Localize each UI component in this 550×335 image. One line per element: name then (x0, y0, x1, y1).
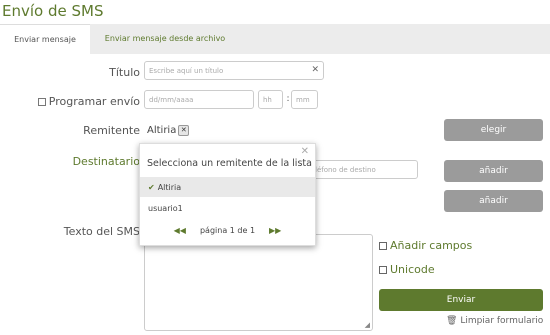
add-recipient-button[interactable]: añadir (444, 160, 543, 182)
next-page-icon[interactable]: ▶▶ (269, 226, 281, 235)
hour-placeholder: hh (263, 95, 272, 104)
date-input[interactable]: dd/mm/aaaa (144, 90, 254, 109)
unicode-option[interactable]: Unicode (379, 263, 435, 276)
title-input[interactable]: Escribe aquí un título ✕ (144, 61, 324, 80)
minute-input[interactable]: mm (291, 90, 318, 109)
send-button[interactable]: Enviar (379, 289, 543, 311)
trash-icon: 🗑 (446, 316, 458, 326)
page-title: Envío de SMS (2, 2, 104, 20)
remove-sender-icon[interactable]: ✕ (178, 124, 190, 136)
schedule-label: Programar envío (48, 95, 140, 108)
resize-handle-icon[interactable]: ◢ (365, 321, 370, 329)
sms-textarea[interactable]: ◢ (144, 234, 373, 331)
sender-chip: Altiria ✕ (147, 123, 190, 137)
close-icon[interactable]: ✕ (301, 146, 309, 157)
tab-send-message[interactable]: Enviar mensaje (0, 24, 90, 54)
add-group-button[interactable]: añadir (444, 190, 543, 212)
recipient-placeholder: léfono de destino (315, 165, 376, 174)
minute-placeholder: mm (296, 95, 310, 104)
hour-input[interactable]: hh (258, 90, 283, 109)
clear-form-label: Limpiar formulario (460, 316, 544, 326)
sender-value: Altiria (147, 124, 177, 136)
page-indicator: página 1 de 1 (199, 226, 256, 235)
title-label: Título (109, 66, 140, 79)
add-fields-option[interactable]: Añadir campos (379, 239, 472, 252)
list-item[interactable]: usuario1 (140, 198, 315, 218)
clear-form-link[interactable]: 🗑 Limpiar formulario (446, 316, 543, 326)
sms-text-label: Texto del SMS (63, 225, 140, 238)
title-placeholder: Escribe aquí un título (149, 66, 224, 75)
pagination: ◀◀ página 1 de 1 ▶▶ (140, 226, 315, 235)
list-item[interactable]: ✔ Altiria (140, 177, 315, 197)
tab-bar: Enviar mensaje Enviar mensaje desde arch… (0, 24, 550, 54)
unicode-label: Unicode (390, 263, 435, 276)
popup-title: Selecciona un remitente de la lista (147, 158, 312, 169)
sender-label: Remitente (83, 124, 140, 137)
tab-send-from-file[interactable]: Enviar mensaje desde archivo (90, 24, 240, 54)
recipient-input[interactable]: léfono de destino (310, 160, 418, 179)
recipient-label: Destinatario (72, 155, 140, 168)
date-placeholder: dd/mm/aaaa (149, 95, 194, 104)
sender-option-label: Altiria (157, 182, 182, 192)
choose-sender-button[interactable]: elegir (444, 119, 543, 141)
schedule-checkbox[interactable] (37, 98, 46, 106)
schedule-toggle[interactable]: Programar envío (30, 95, 140, 108)
clear-title-icon[interactable]: ✕ (311, 65, 319, 75)
add-fields-checkbox[interactable] (379, 242, 387, 250)
sender-picker-popup: ✕ Selecciona un remitente de la lista ✔ A… (139, 143, 316, 246)
unicode-checkbox[interactable] (379, 266, 387, 274)
previous-page-icon[interactable]: ◀◀ (174, 226, 186, 235)
sender-option-label: usuario1 (148, 203, 183, 213)
checkmark-icon: ✔ (148, 182, 155, 192)
add-fields-label: Añadir campos (390, 239, 473, 252)
